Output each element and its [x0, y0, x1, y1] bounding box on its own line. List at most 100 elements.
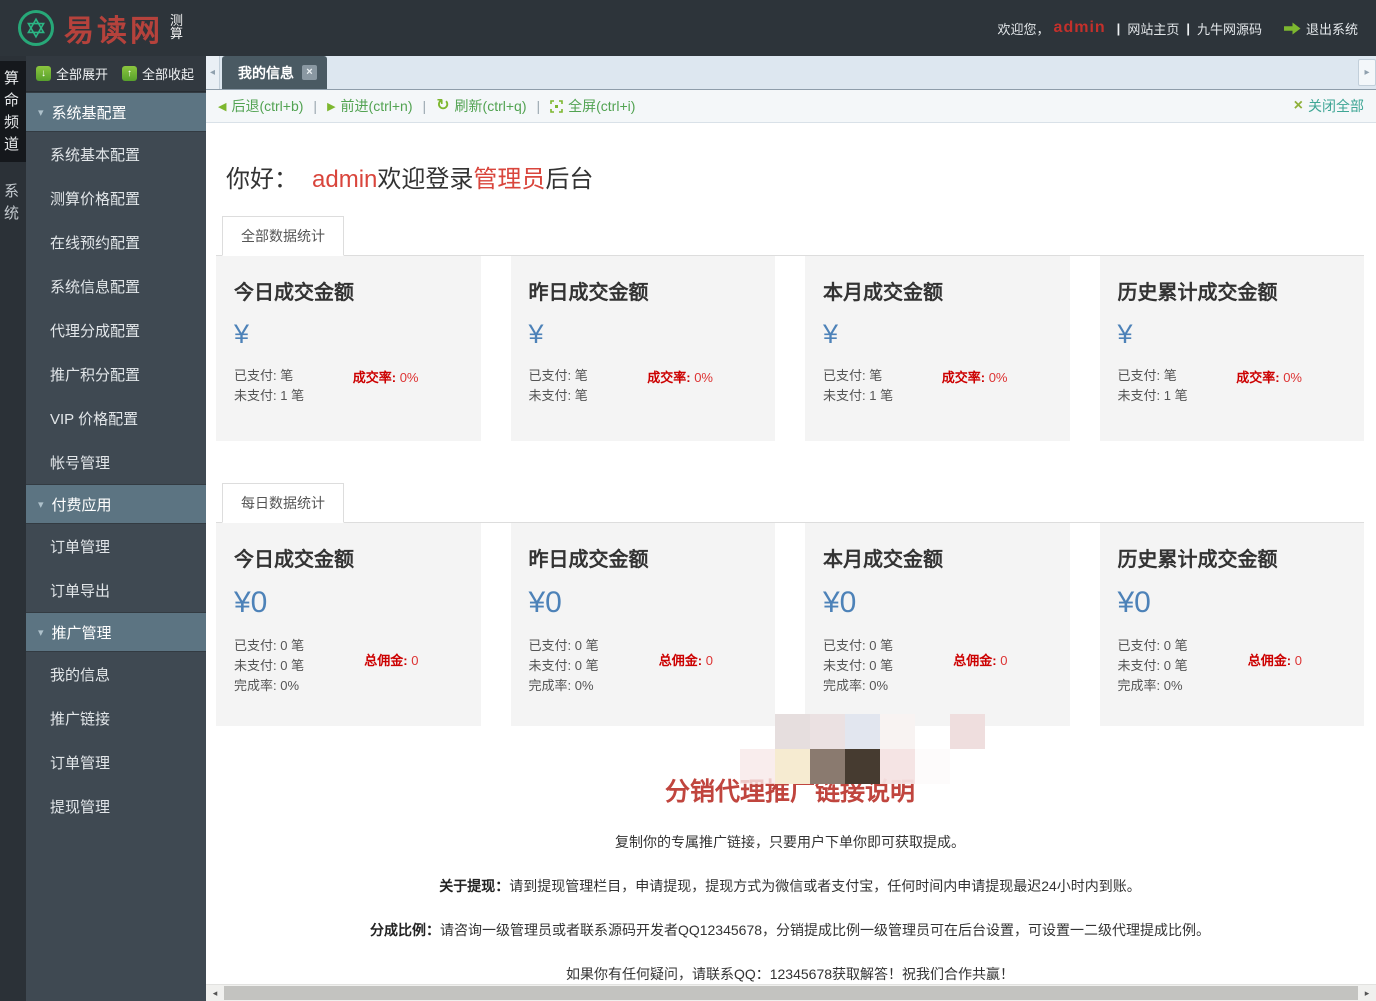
card-title: 今日成交金额 — [234, 282, 354, 304]
brand-logo[interactable]: 易读网 测算 — [18, 6, 185, 50]
collapse-all-label: 全部收起 — [142, 67, 195, 82]
tab-daily-stats[interactable]: 每日数据统计 — [222, 483, 344, 523]
sidebar-item[interactable]: 订单导出 — [26, 568, 206, 612]
card-amount: ¥0 — [234, 586, 268, 619]
sidebar-item[interactable]: 提现管理 — [26, 784, 206, 828]
separator: | — [313, 98, 318, 114]
tab-my-info[interactable]: 我的信息 × — [222, 56, 327, 89]
scrollbar-thumb[interactable] — [224, 986, 1358, 1000]
paid-line: 已支付: 笔 — [823, 368, 883, 383]
promo-line-2-label: 关于提现： — [439, 878, 510, 894]
tab-all-stats[interactable]: 全部数据统计 — [222, 216, 344, 256]
sidebar-item[interactable]: 推广积分配置 — [26, 352, 206, 396]
paid-line: 已支付: 0 笔 — [528, 638, 599, 653]
unpaid-line: 未支付: 1 笔 — [823, 388, 894, 403]
toolbar: ◀ 后退(ctrl+b) | ▶ 前进(ctrl+n) | ↻ 刷新(ctrl+… — [206, 90, 1376, 123]
card-title: 本月成交金额 — [823, 282, 943, 304]
sidebar-item[interactable]: VIP 价格配置 — [26, 396, 206, 440]
sidebar-item[interactable]: 代理分成配置 — [26, 308, 206, 352]
section-all-stats: 全部数据统计 今日成交金额 ¥ 已支付: 笔 未支付: 1 笔 成交率: 0% — [216, 216, 1364, 441]
logout-label: 退出系统 — [1305, 21, 1358, 37]
card-title: 昨日成交金额 — [528, 282, 649, 304]
close-x-icon: × — [1293, 97, 1303, 114]
greeting-role: 管理员 — [473, 166, 546, 193]
tab-scroll-right-icon[interactable]: ▸ — [1358, 59, 1376, 86]
greeting-welcome: 欢迎登录 — [377, 166, 474, 193]
promo-block: 分销代理推广链接说明 复制你的专属推广链接，只要用户下单你即可获取提成。 关于提… — [216, 714, 1364, 984]
brand-seal: 测算 — [170, 14, 184, 42]
sidebar-item[interactable]: 系统基本配置 — [26, 132, 206, 176]
top-header: 易读网 测算 欢迎您， admin | 网站主页 | 九牛网源码 退出系统 — [0, 0, 1376, 56]
sidebar-item[interactable]: 帐号管理 — [26, 440, 206, 484]
back-label: 后退(ctrl+b) — [231, 98, 304, 114]
separator: | — [422, 98, 427, 114]
unpaid-line: 未支付: 笔 — [528, 388, 588, 403]
deal-rate: 成交率: 0% — [647, 370, 713, 385]
sidebar-actions: ↓ 全部展开 ↑ 全部收起 — [26, 56, 206, 92]
separator: | — [536, 98, 541, 114]
stat-card-history: 历史累计成交金额 ¥ 已支付: 笔 未支付: 1 笔 成交率: 0% — [1099, 256, 1364, 441]
promo-line-4: 如果你有任何疑问，请联系QQ：12345678获取解答！祝我们合作共赢！ — [565, 966, 1015, 982]
site-home-link[interactable]: 网站主页 — [1127, 19, 1179, 38]
collapse-all-button[interactable]: ↑ 全部收起 — [122, 64, 194, 83]
commission: 总佣金: 0 — [658, 652, 713, 668]
group-label: 系统基配置 — [51, 104, 127, 122]
card-amount: ¥ — [823, 319, 839, 349]
unpaid-line: 未支付: 0 笔 — [823, 658, 894, 673]
fullscreen-button[interactable]: 全屏(ctrl+i) — [550, 96, 635, 116]
separator: | — [1186, 20, 1190, 36]
greeting-hello: 你好： — [226, 166, 298, 193]
scroll-left-icon[interactable]: ◂ — [206, 985, 224, 1001]
stat-card-today: 今日成交金额 ¥0 已支付: 0 笔 未支付: 0 笔 完成率: 0% 总佣金:… — [216, 523, 481, 726]
source-link[interactable]: 九牛网源码 — [1197, 19, 1262, 38]
back-button[interactable]: ◀ 后退(ctrl+b) — [218, 96, 303, 116]
logout-button[interactable]: 退出系统 — [1283, 19, 1358, 38]
greeting-suffix: 后台 — [545, 166, 594, 193]
scroll-right-icon[interactable]: ▸ — [1358, 985, 1376, 1001]
tab-strip: ◂ 我的信息 × ▸ — [206, 56, 1376, 90]
username: admin — [1053, 19, 1106, 36]
hexagram-logo-icon — [18, 10, 54, 46]
commission: 总佣金: 0 — [1247, 652, 1302, 668]
promo-line-2-text: 请到提现管理栏目，申请提现，提现方式为微信或者支付宝，任何时间内申请提现最迟24… — [509, 878, 1141, 894]
card-amount: ¥ — [1117, 319, 1133, 349]
horizontal-scrollbar[interactable]: ◂ ▸ — [206, 984, 1376, 1001]
channel-rail: 算命频道 系统 — [0, 56, 26, 1001]
page-content: 你好： admin欢迎登录管理员后台 全部数据统计 今日成交金额 ¥ 已支付: 笔… — [206, 123, 1376, 984]
sidebar-item[interactable]: 在线预约配置 — [26, 220, 206, 264]
commission: 总佣金: 0 — [364, 652, 419, 668]
card-amount: ¥0 — [823, 586, 857, 619]
refresh-button[interactable]: ↻ 刷新(ctrl+q) — [436, 96, 526, 116]
sidebar-group-promotion[interactable]: ▾ 推广管理 — [26, 612, 206, 652]
tab-scroll-left-icon[interactable]: ◂ — [206, 56, 220, 89]
stat-card-month: 本月成交金额 ¥ 已支付: 笔 未支付: 1 笔 成交率: 0% — [805, 256, 1070, 441]
forward-button[interactable]: ▶ 前进(ctrl+n) — [327, 96, 412, 116]
paid-line: 已支付: 0 笔 — [234, 638, 305, 653]
sidebar-group-paid-apps[interactable]: ▾ 付费应用 — [26, 484, 206, 524]
fullscreen-label: 全屏(ctrl+i) — [568, 98, 636, 114]
sidebar-group-system-config[interactable]: ▾ 系统基配置 — [26, 92, 206, 132]
section-head: 每日数据统计 — [216, 483, 1364, 523]
close-all-button[interactable]: × 关闭全部 — [1294, 96, 1364, 116]
refresh-icon: ↻ — [436, 97, 450, 114]
sidebar-item[interactable]: 测算价格配置 — [26, 176, 206, 220]
sidebar-item[interactable]: 推广链接 — [26, 696, 206, 740]
rail-channel-fortune[interactable]: 算命频道 — [0, 61, 26, 162]
sidebar-item[interactable]: 订单管理 — [26, 740, 206, 784]
brand-title: 易读网 — [64, 15, 163, 48]
card-amount: ¥0 — [528, 586, 562, 619]
card-amount: ¥ — [234, 319, 250, 349]
card-title: 昨日成交金额 — [528, 549, 649, 571]
stat-card-history: 历史累计成交金额 ¥0 已支付: 0 笔 未支付: 0 笔 完成率: 0% 总佣… — [1099, 523, 1364, 726]
sidebar-item[interactable]: 系统信息配置 — [26, 264, 206, 308]
tab-close-icon[interactable]: × — [302, 65, 317, 80]
expand-all-button[interactable]: ↓ 全部展开 — [36, 64, 108, 83]
promo-line-3-label: 分成比例： — [369, 922, 440, 938]
sidebar-item[interactable]: 订单管理 — [26, 524, 206, 568]
rail-channel-system[interactable]: 系统 — [0, 174, 26, 231]
section-head: 全部数据统计 — [216, 216, 1364, 256]
paid-line: 已支付: 0 笔 — [823, 638, 894, 653]
sidebar-item[interactable]: 我的信息 — [26, 652, 206, 696]
done-line: 完成率: 0% — [823, 678, 889, 693]
unpaid-line: 未支付: 0 笔 — [528, 658, 599, 673]
